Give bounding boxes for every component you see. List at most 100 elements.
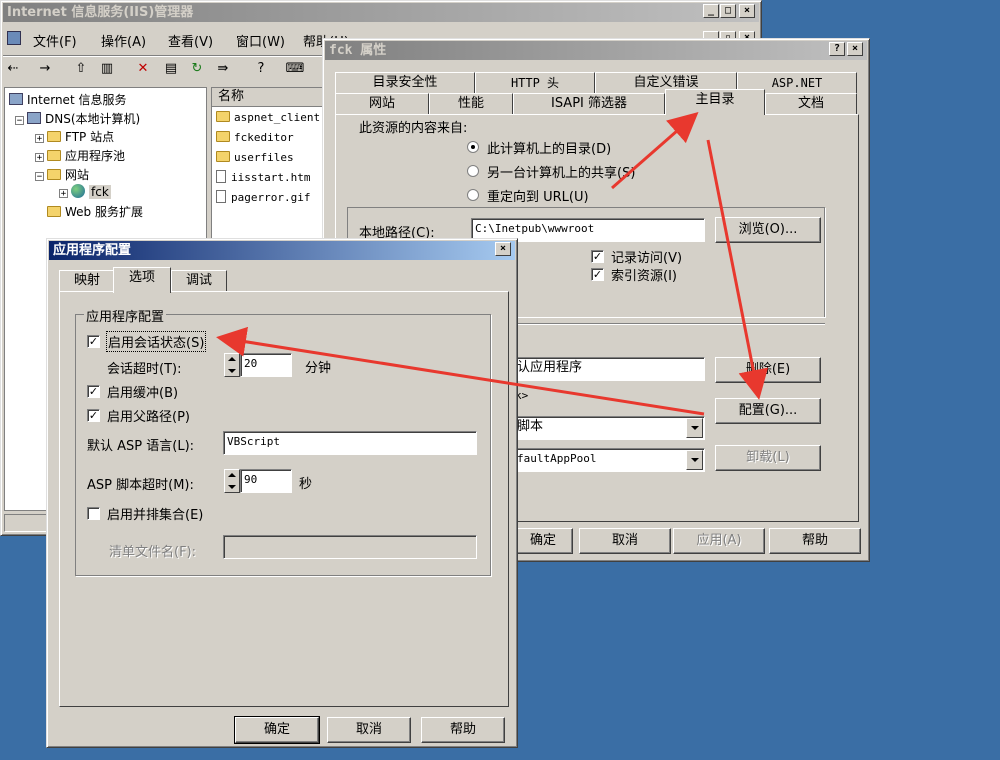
forward-icon[interactable]: → — [35, 59, 55, 79]
tab-website[interactable]: 网站 — [335, 93, 429, 115]
folder-icon — [216, 151, 230, 162]
enable-buffer-checkbox[interactable]: ✓ — [87, 385, 100, 398]
appcfg-ok-button[interactable]: 确定 — [234, 716, 320, 744]
props-titlebar[interactable]: fck 属性 — [325, 41, 867, 60]
script-timeout-spinner[interactable] — [224, 469, 240, 493]
tab-documents[interactable]: 文档 — [765, 93, 857, 115]
back-icon[interactable]: ⇠ — [3, 59, 23, 79]
tab-home-directory[interactable]: 主目录 — [665, 89, 765, 115]
index-resource-checkbox[interactable]: ✓ — [591, 268, 604, 281]
default-language-input[interactable]: VBScript — [223, 431, 477, 455]
list-item[interactable]: iisstart.htm — [216, 170, 310, 184]
enable-side-by-side-checkbox[interactable] — [87, 507, 100, 520]
tab-debugging[interactable]: 调试 — [171, 270, 227, 292]
log-visits-checkbox[interactable]: ✓ — [591, 250, 604, 263]
props-cancel-button[interactable]: 取消 — [579, 528, 671, 554]
appcfg-cancel-button[interactable]: 取消 — [327, 717, 411, 743]
script-timeout-label: ASP 脚本超时(M): — [87, 478, 194, 493]
manifest-file-input[interactable] — [223, 535, 477, 559]
configure-button[interactable]: 配置(G)... — [715, 398, 821, 424]
menu-file[interactable]: 文件(F) — [33, 31, 77, 50]
radio-redirect-url[interactable] — [467, 189, 479, 201]
group-title: 应用程序配置 — [84, 306, 167, 325]
file-icon — [216, 190, 226, 203]
tab-directory-security[interactable]: 目录安全性 — [335, 72, 475, 94]
execute-permissions-select[interactable]: 脚本 — [513, 416, 705, 440]
tree-fck[interactable]: + fck — [59, 184, 111, 199]
props-close-button[interactable]: × — [847, 42, 863, 56]
collapse-icon[interactable]: − — [35, 172, 44, 182]
props-help-button[interactable]: ? — [829, 42, 845, 56]
tab-http-headers[interactable]: HTTP 头 — [475, 72, 595, 94]
delete-icon[interactable]: ✕ — [133, 59, 153, 79]
session-timeout-label: 会话超时(T): — [107, 362, 182, 377]
help-icon[interactable]: ? — [251, 59, 271, 79]
log-visits-label[interactable]: 记录访问(V) — [611, 247, 682, 266]
folder-icon — [47, 150, 61, 161]
appcfg-close-button[interactable]: × — [495, 242, 511, 256]
properties-icon[interactable]: ▤ — [161, 59, 181, 79]
close-button[interactable]: × — [739, 4, 755, 18]
computer-icon[interactable]: ⌨ — [285, 59, 305, 79]
index-resource-label[interactable]: 索引资源(I) — [611, 265, 677, 284]
website-globe-icon — [71, 184, 85, 198]
session-timeout-input[interactable]: 20 — [240, 353, 292, 377]
enable-side-by-side-label[interactable]: 启用并排集合(E) — [107, 504, 203, 523]
enable-session-checkbox[interactable]: ✓ — [87, 335, 100, 348]
tab-isapi-filters[interactable]: ISAPI 筛选器 — [513, 93, 665, 115]
enable-buffer-label[interactable]: 启用缓冲(B) — [107, 382, 178, 401]
folder-icon — [47, 131, 61, 142]
expand-icon[interactable]: + — [59, 189, 68, 199]
script-timeout-input[interactable]: 90 — [240, 469, 292, 493]
radio-network-share[interactable] — [467, 165, 479, 177]
column-header-name[interactable]: 名称 — [212, 88, 325, 107]
list-item[interactable]: userfiles — [216, 150, 294, 164]
props-ok-button[interactable]: 确定 — [513, 528, 573, 554]
collapse-icon[interactable]: − — [15, 116, 24, 126]
tree-computer[interactable]: − DNS(本地计算机) — [15, 110, 140, 127]
menu-window[interactable]: 窗口(W) — [236, 31, 285, 50]
radio-local-directory-label[interactable]: 此计算机上的目录(D) — [487, 138, 611, 157]
app-name-input[interactable]: 认应用程序 — [513, 357, 705, 381]
radio-local-directory[interactable] — [467, 141, 479, 153]
browse-button[interactable]: 浏览(O)... — [715, 217, 821, 243]
session-timeout-spinner[interactable] — [224, 353, 240, 377]
export-icon[interactable]: ⇛ — [213, 59, 233, 79]
list-item[interactable]: aspnet_client — [216, 110, 320, 124]
tree-ftp[interactable]: + FTP 站点 — [35, 128, 114, 145]
show-tree-icon[interactable]: ▥ — [97, 59, 117, 79]
list-item[interactable]: pagerror.gif — [216, 190, 310, 204]
unload-button[interactable]: 卸载(L) — [715, 445, 821, 471]
tab-performance[interactable]: 性能 — [429, 93, 513, 115]
expand-icon[interactable]: + — [35, 153, 44, 163]
remove-button[interactable]: 删除(E) — [715, 357, 821, 383]
tree-apppool[interactable]: + 应用程序池 — [35, 147, 125, 164]
app-pool-select[interactable]: faultAppPool — [513, 448, 705, 472]
dropdown-arrow-icon[interactable] — [686, 418, 703, 438]
up-folder-icon[interactable]: ⇧ — [71, 59, 91, 79]
menu-action[interactable]: 操作(A) — [101, 31, 146, 50]
radio-network-share-label[interactable]: 另一台计算机上的共享(S) — [487, 162, 635, 181]
dropdown-arrow-icon[interactable] — [686, 450, 703, 470]
enable-parent-paths-label[interactable]: 启用父路径(P) — [107, 406, 190, 425]
tree-webext[interactable]: Web 服务扩展 — [47, 203, 143, 220]
menu-view[interactable]: 查看(V) — [168, 31, 213, 50]
minimize-button[interactable]: _ — [703, 4, 719, 18]
tree-websites[interactable]: − 网站 — [35, 166, 89, 183]
enable-session-label[interactable]: 启用会话状态(S) — [105, 331, 207, 352]
props-apply-button[interactable]: 应用(A) — [673, 528, 765, 554]
enable-parent-paths-checkbox[interactable]: ✓ — [87, 409, 100, 422]
tab-mappings[interactable]: 映射 — [59, 270, 115, 292]
expand-icon[interactable]: + — [35, 134, 44, 144]
maximize-button[interactable]: □ — [720, 4, 736, 18]
refresh-icon[interactable]: ↻ — [187, 59, 207, 79]
tree-root[interactable]: Internet 信息服务 — [9, 91, 126, 108]
tab-options[interactable]: 选项 — [113, 267, 171, 293]
folder-icon — [47, 206, 61, 217]
appcfg-titlebar[interactable]: 应用程序配置 — [49, 241, 515, 260]
radio-redirect-url-label[interactable]: 重定向到 URL(U) — [487, 186, 589, 205]
appcfg-help-button[interactable]: 帮助 — [421, 717, 505, 743]
props-help-footer-button[interactable]: 帮助 — [769, 528, 861, 554]
iis-titlebar[interactable]: Internet 信息服务(IIS)管理器 — [3, 3, 759, 22]
list-item[interactable]: fckeditor — [216, 130, 294, 144]
